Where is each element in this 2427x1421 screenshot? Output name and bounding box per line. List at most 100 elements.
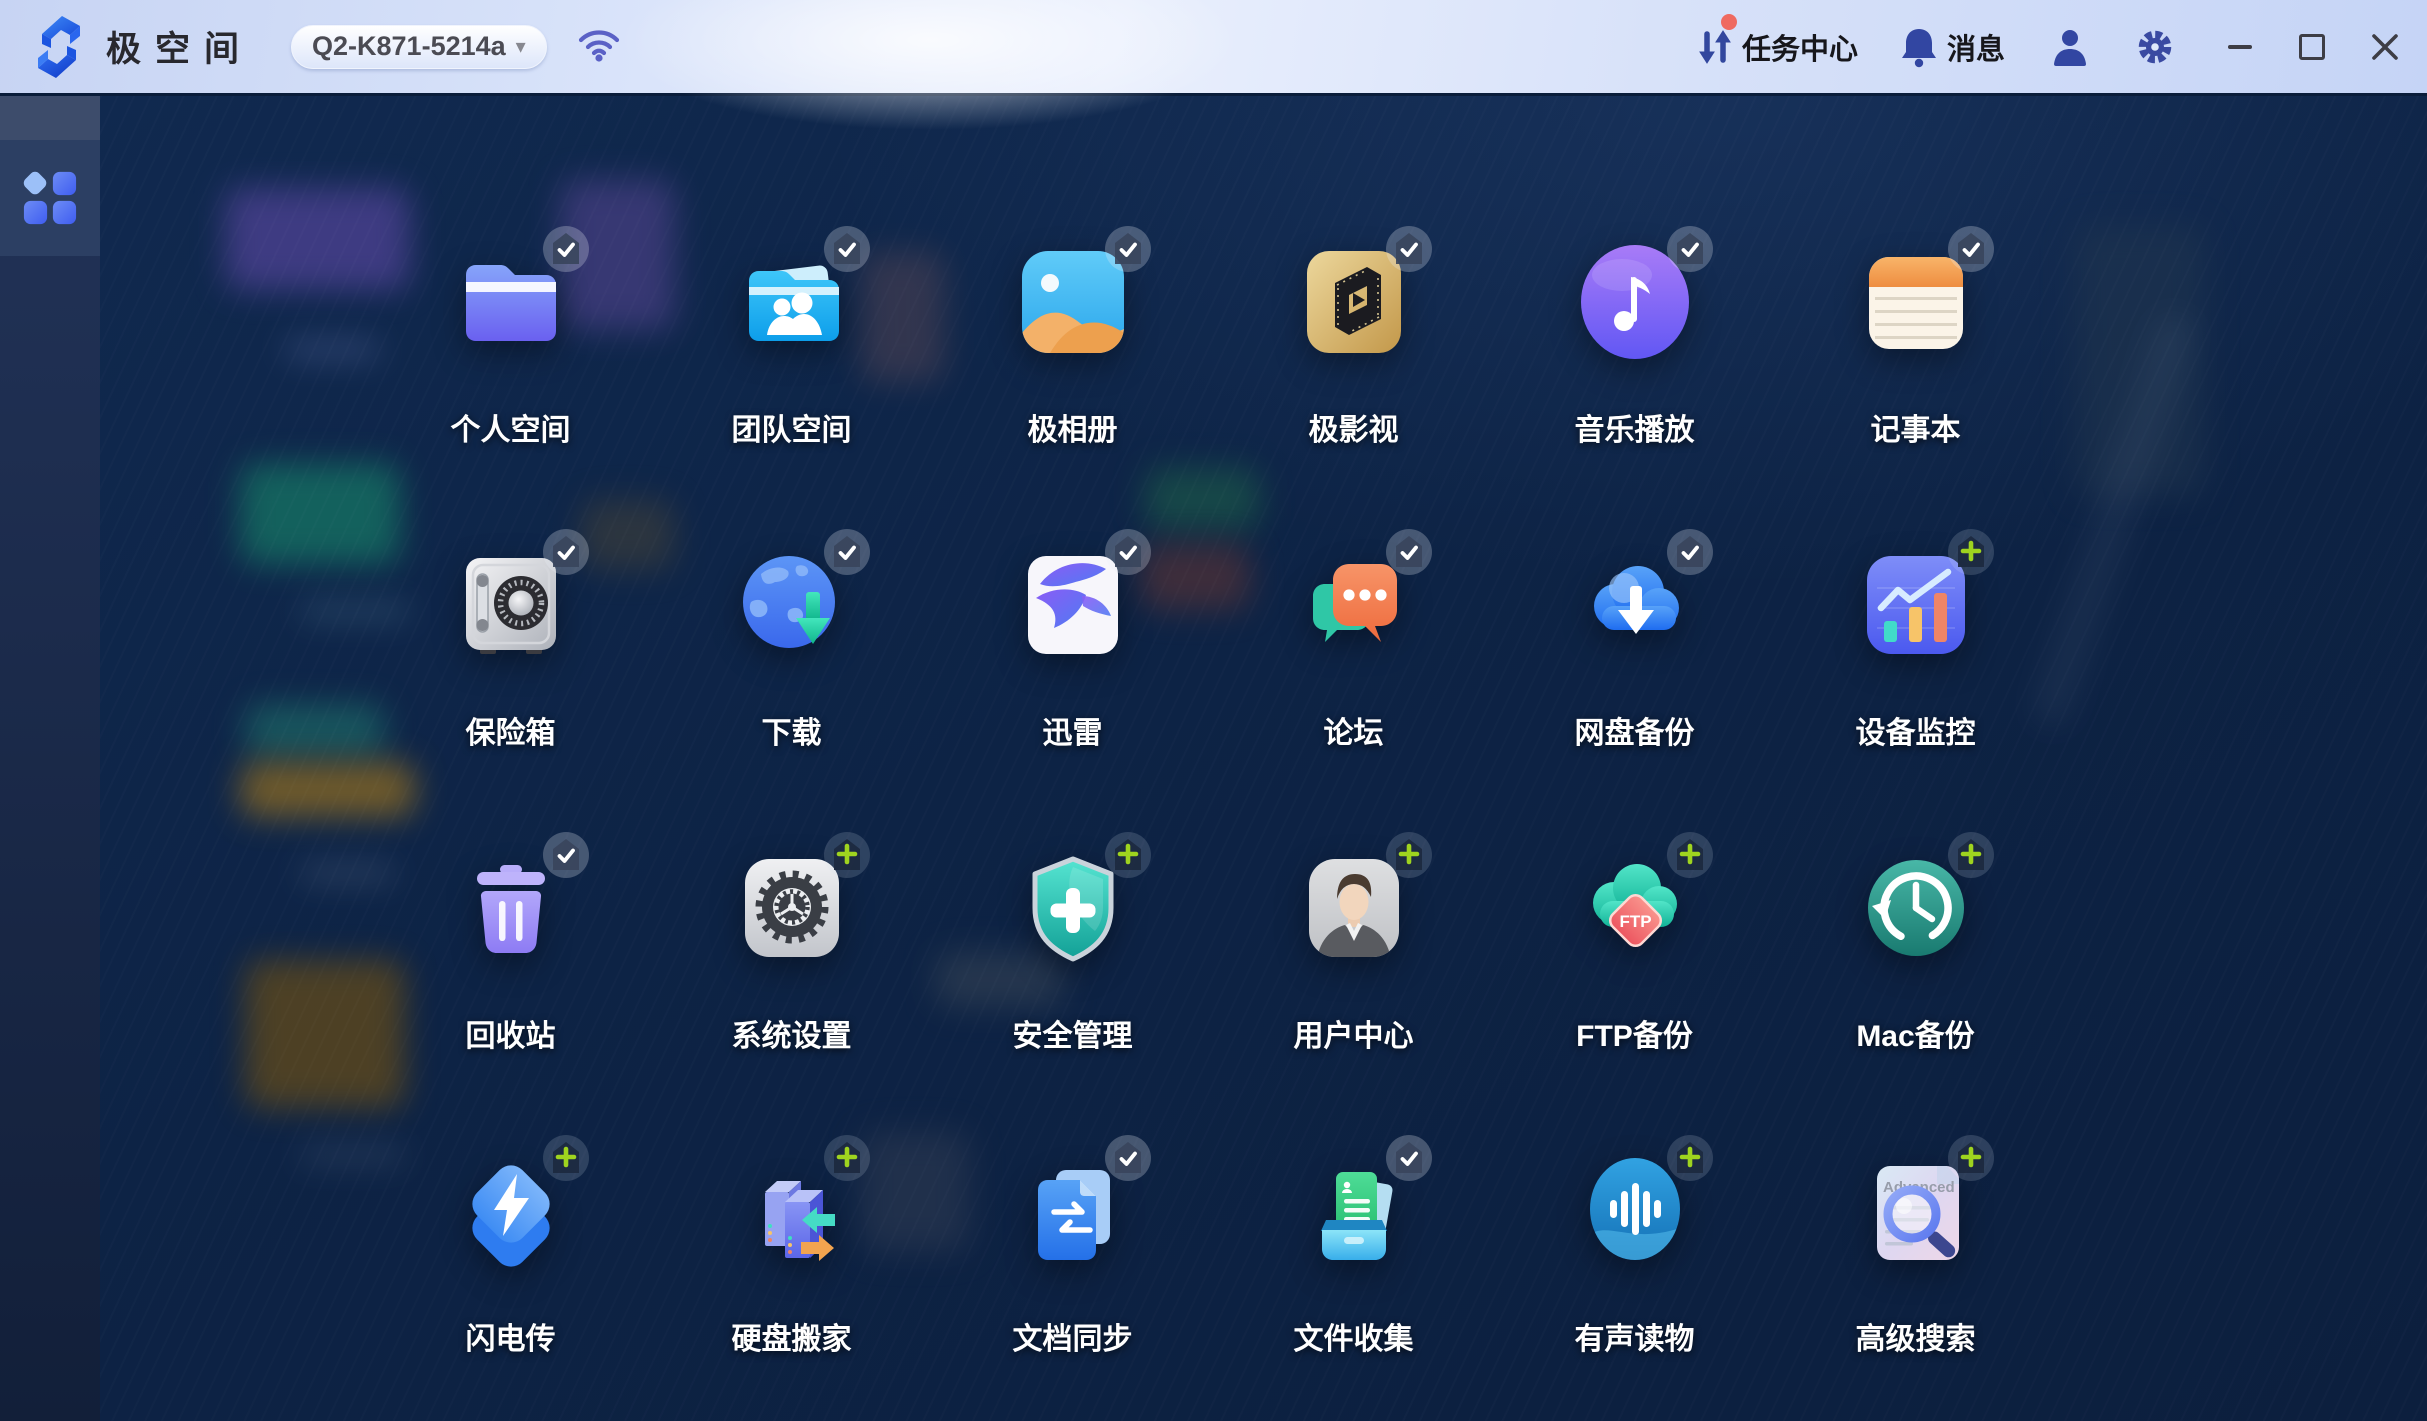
app-tile-team-space[interactable]: 团队空间 [651,181,932,484]
minimize-button[interactable] [2227,29,2253,65]
check-badge-icon [1104,528,1152,576]
photo-album-icon[interactable] [1012,241,1134,363]
disk-migration-icon[interactable] [731,1150,853,1272]
plus-badge-icon [1947,1134,1995,1182]
check-badge-icon [1666,528,1714,576]
background-blur-shape [2075,226,2205,496]
app-label: 设备监控 [1735,708,2096,752]
movies-icon[interactable] [1293,241,1415,363]
app-tile-photo-album[interactable]: 极相册 [932,181,1213,484]
app-tile-music-player[interactable]: 音乐播放 [1494,181,1775,484]
app-tile-personal-space[interactable]: 个人空间 [370,181,651,484]
device-name: Q2-K871-5214a [312,31,506,62]
settings-button[interactable] [2135,27,2175,67]
plus-badge-icon [1666,1134,1714,1182]
download-icon[interactable] [731,544,853,666]
sidebar-item-app-launcher[interactable] [0,140,100,256]
close-button[interactable] [2371,29,2399,65]
cloud-backup-icon[interactable] [1574,544,1696,666]
plus-badge-icon [1947,831,1995,879]
check-badge-icon [1385,225,1433,273]
app-tile-notepad[interactable]: 记事本 [1775,181,2056,484]
user-icon [2051,27,2089,67]
window-controls [2227,29,2409,65]
user-account-button[interactable] [2051,27,2089,67]
app-tile-lightning-transfer[interactable]: 闪电传 [370,1090,651,1393]
app-tile-mac-backup[interactable]: Mac备份 [1775,787,2056,1090]
notification-dot [1721,14,1737,30]
app-tile-ftp-backup[interactable]: FTP FTP备份 [1494,787,1775,1090]
advanced-search-icon[interactable]: Advanced [1855,1150,1977,1272]
background-blur-shape [285,342,380,357]
plus-badge-icon [1385,831,1433,879]
maximize-button[interactable] [2299,29,2325,65]
app-tile-advanced-search[interactable]: Advanced 高级搜索 [1775,1090,2056,1393]
system-settings-icon[interactable] [731,847,853,969]
app-tile-security-manage[interactable]: 安全管理 [932,787,1213,1090]
notepad-icon[interactable] [1855,241,1977,363]
app-grid: 个人空间 团队空间 极相册 极影视 音乐播放 记事本 [370,181,2056,1393]
safe-box-icon[interactable] [450,544,572,666]
doc-sync-icon[interactable] [1012,1150,1134,1272]
sidebar-top-strip [0,96,100,140]
titlebar-actions: 任务中心 消息 [1697,0,2427,93]
app-label: 记事本 [1735,405,2096,449]
mac-backup-icon[interactable] [1855,847,1977,969]
check-badge-icon [823,528,871,576]
app-launcher-panel: 个人空间 团队空间 极相册 极影视 音乐播放 记事本 [100,96,2427,1421]
app-tile-cloud-backup[interactable]: 网盘备份 [1494,484,1775,787]
check-badge-icon [542,225,590,273]
personal-space-icon[interactable] [450,241,572,363]
plus-badge-icon [1666,831,1714,879]
app-tile-doc-sync[interactable]: 文档同步 [932,1090,1213,1393]
forum-icon[interactable] [1293,544,1415,666]
app-tile-device-monitor[interactable]: 设备监控 [1775,484,2056,787]
app-logo: 极空间 [28,14,253,80]
app-tile-user-center[interactable]: 用户中心 [1213,787,1494,1090]
user-center-icon[interactable] [1293,847,1415,969]
check-badge-icon [1104,225,1152,273]
check-badge-icon [542,528,590,576]
app-tile-forum[interactable]: 论坛 [1213,484,1494,787]
file-collect-icon[interactable] [1293,1150,1415,1272]
app-tile-disk-migration[interactable]: 硬盘搬家 [651,1090,932,1393]
app-title: 极空间 [106,21,253,72]
ftp-backup-icon[interactable]: FTP [1574,847,1696,969]
messages-label: 消息 [1947,26,2005,68]
plus-badge-icon [542,1134,590,1182]
app-tile-file-collect[interactable]: 文件收集 [1213,1090,1494,1393]
task-center-button[interactable]: 任务中心 [1697,26,1858,68]
plus-badge-icon [1104,831,1152,879]
audiobook-icon[interactable] [1574,1150,1696,1272]
svg-text:FTP: FTP [1619,912,1651,931]
app-tile-movies[interactable]: 极影视 [1213,181,1494,484]
task-center-label: 任务中心 [1742,26,1858,68]
plus-badge-icon [823,831,871,879]
team-space-icon[interactable] [731,241,853,363]
bell-icon [1900,26,1938,68]
messages-button[interactable]: 消息 [1900,26,2005,68]
music-player-icon[interactable] [1574,241,1696,363]
device-selector[interactable]: Q2-K871-5214a ▾ [291,25,547,69]
recycle-bin-icon[interactable] [450,847,572,969]
lightning-transfer-icon[interactable] [450,1150,572,1272]
app-tile-recycle-bin[interactable]: 回收站 [370,787,651,1090]
thunder-icon[interactable] [1012,544,1134,666]
plus-badge-icon [823,1134,871,1182]
title-bar: 极空间 Q2-K871-5214a ▾ [0,0,2427,96]
check-badge-icon [823,225,871,273]
check-badge-icon [1666,225,1714,273]
app-tile-audiobook[interactable]: 有声读物 [1494,1090,1775,1393]
gear-icon [2135,27,2175,67]
transfer-arrows-icon [1697,26,1733,68]
wifi-icon[interactable] [577,26,621,67]
app-tile-thunder[interactable]: 迅雷 [932,484,1213,787]
app-tile-system-settings[interactable]: 系统设置 [651,787,932,1090]
app-tile-safe-box[interactable]: 保险箱 [370,484,651,787]
device-monitor-icon[interactable] [1855,544,1977,666]
security-manage-icon[interactable] [1012,847,1134,969]
app-tile-download[interactable]: 下载 [651,484,932,787]
check-badge-icon [542,831,590,879]
app-label: Mac备份 [1735,1011,2096,1055]
plus-badge-icon [1947,528,1995,576]
